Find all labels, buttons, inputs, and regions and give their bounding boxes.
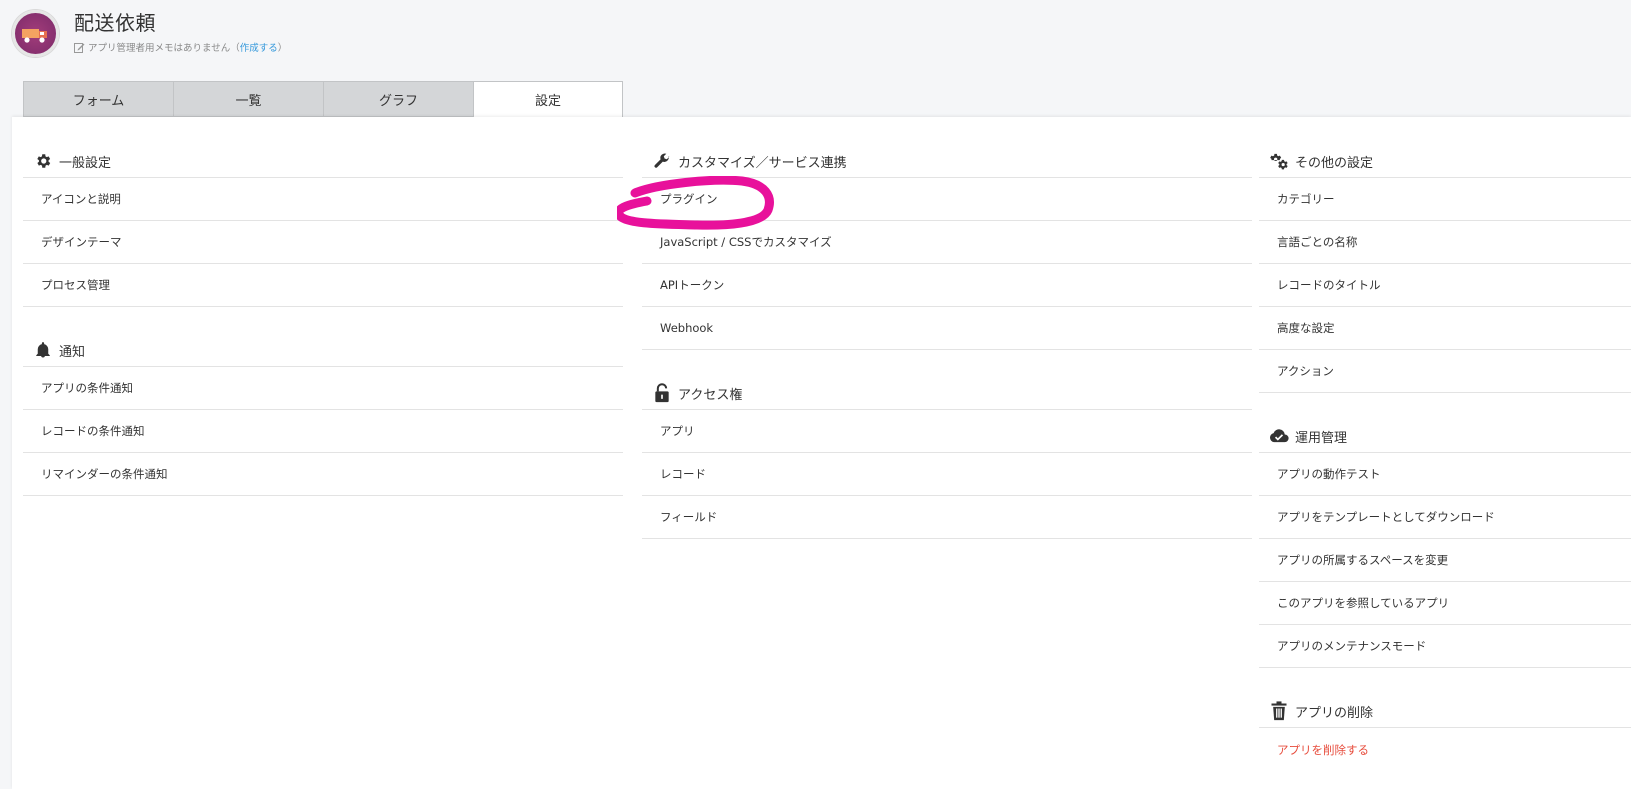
item-delete-app[interactable]: アプリを削除する: [1259, 728, 1631, 771]
tab-list[interactable]: 一覧: [173, 81, 323, 117]
memo-create-link[interactable]: 作成する: [240, 40, 278, 54]
memo-open-paren: （: [230, 43, 240, 54]
item-reminder-condition-notify[interactable]: リマインダーの条件通知: [23, 453, 623, 496]
settings-column-1: 一般設定 アイコンと説明 デザインテーマ プロセス管理 通知 アプリの条件通知 …: [23, 145, 623, 496]
section-access: アクセス権: [642, 377, 1252, 410]
tab-settings[interactable]: 設定: [473, 81, 623, 118]
item-process-management[interactable]: プロセス管理: [23, 264, 623, 307]
wrench-icon: [652, 151, 672, 171]
item-access-record[interactable]: レコード: [642, 453, 1252, 496]
item-api-token[interactable]: APIトークン: [642, 264, 1252, 307]
item-download-template[interactable]: アプリをテンプレートとしてダウンロード: [1259, 496, 1631, 539]
settings-panel: 一般設定 アイコンと説明 デザインテーマ プロセス管理 通知 アプリの条件通知 …: [12, 117, 1631, 789]
item-app-condition-notify[interactable]: アプリの条件通知: [23, 367, 623, 410]
item-change-space[interactable]: アプリの所属するスペースを変更: [1259, 539, 1631, 582]
item-record-title[interactable]: レコードのタイトル: [1259, 264, 1631, 307]
gears-icon: [1269, 151, 1289, 171]
gear-icon: [33, 151, 53, 171]
memo-text: アプリ管理者用メモはありません: [88, 43, 231, 54]
settings-column-2: カスタマイズ／サービス連携 プラグイン JavaScript / CSSでカスタ…: [642, 145, 1252, 539]
item-advanced-settings[interactable]: 高度な設定: [1259, 307, 1631, 350]
section-other: その他の設定: [1259, 145, 1631, 178]
item-plugin[interactable]: プラグイン: [642, 178, 1252, 221]
section-customize-title: カスタマイズ／サービス連携: [678, 155, 847, 171]
item-maintenance-mode[interactable]: アプリのメンテナンスモード: [1259, 625, 1631, 668]
item-app-test[interactable]: アプリの動作テスト: [1259, 453, 1631, 496]
app-title: 配送依頼: [74, 11, 156, 35]
section-notify-title: 通知: [59, 344, 86, 360]
item-record-condition-notify[interactable]: レコードの条件通知: [23, 410, 623, 453]
section-other-title: その他の設定: [1295, 155, 1374, 171]
trash-icon: [1269, 701, 1289, 721]
item-js-css-customize[interactable]: JavaScript / CSSでカスタマイズ: [642, 221, 1252, 264]
truck-icon: [21, 28, 47, 43]
section-operation-title: 運用管理: [1295, 430, 1348, 446]
item-access-app[interactable]: アプリ: [642, 410, 1252, 453]
app-header: 配送依頼 アプリ管理者用メモはありません （ 作成する ）: [12, 10, 287, 60]
memo-edit-icon: [74, 42, 85, 53]
tab-form[interactable]: フォーム: [23, 81, 173, 117]
item-referencing-apps[interactable]: このアプリを参照しているアプリ: [1259, 582, 1631, 625]
bell-icon: [33, 340, 53, 360]
section-general: 一般設定: [23, 145, 623, 178]
app-icon: [12, 10, 59, 57]
cloud-check-icon: [1269, 426, 1289, 446]
item-access-field[interactable]: フィールド: [642, 496, 1252, 539]
tab-graph[interactable]: グラフ: [323, 81, 473, 117]
item-category[interactable]: カテゴリー: [1259, 178, 1631, 221]
settings-column-3: その他の設定 カテゴリー 言語ごとの名称 レコードのタイトル 高度な設定 アクシ…: [1259, 145, 1631, 771]
section-delete-title: アプリの削除: [1295, 705, 1374, 721]
item-language-names[interactable]: 言語ごとの名称: [1259, 221, 1631, 264]
item-design-theme[interactable]: デザインテーマ: [23, 221, 623, 264]
section-customize: カスタマイズ／サービス連携: [642, 145, 1252, 178]
unlock-icon: [652, 383, 672, 403]
section-access-title: アクセス権: [678, 387, 743, 403]
section-operation: 運用管理: [1259, 420, 1631, 453]
item-webhook[interactable]: Webhook: [642, 307, 1252, 350]
view-tabs: フォーム 一覧 グラフ 設定: [23, 81, 623, 118]
app-memo: アプリ管理者用メモはありません （ 作成する ）: [74, 40, 287, 54]
item-icon-description[interactable]: アイコンと説明: [23, 178, 623, 221]
section-notify: 通知: [23, 334, 623, 367]
section-delete: アプリの削除: [1259, 695, 1631, 728]
memo-close-paren: ）: [277, 43, 288, 54]
section-general-title: 一般設定: [59, 155, 112, 171]
item-action[interactable]: アクション: [1259, 350, 1631, 393]
